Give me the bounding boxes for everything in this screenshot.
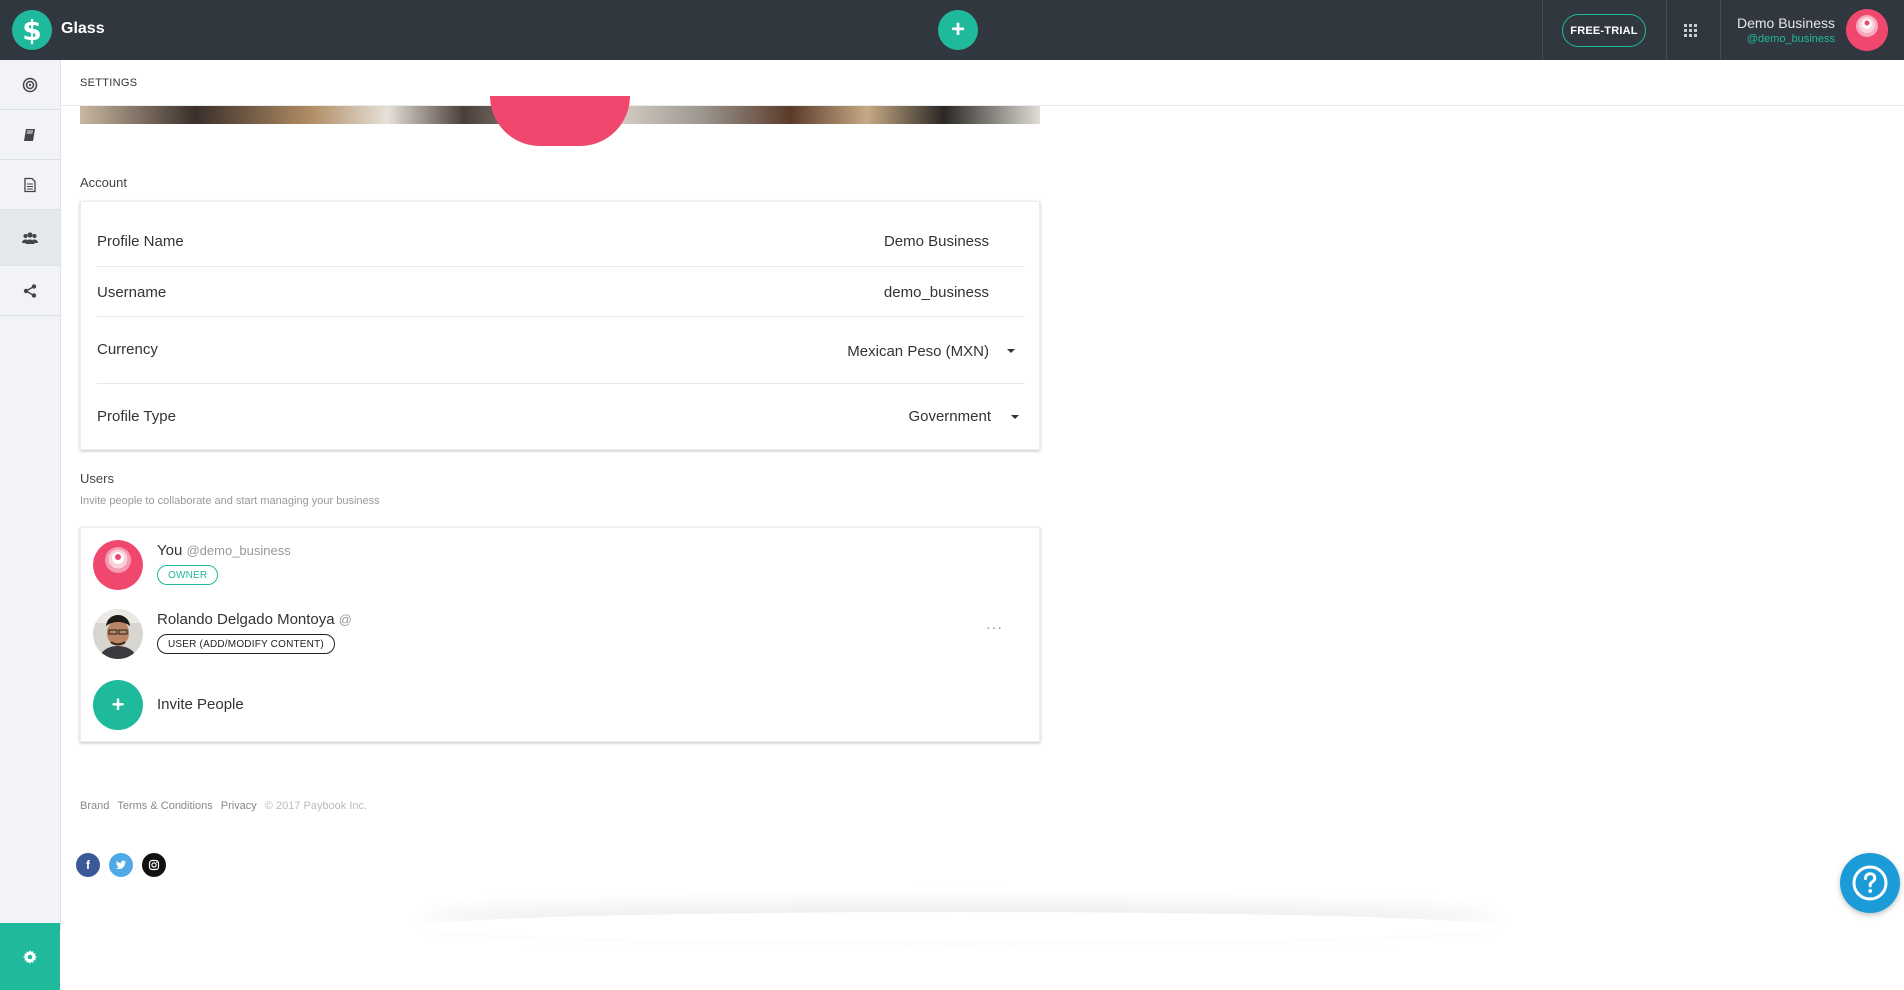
page-title: SETTINGS [80, 77, 138, 89]
facebook-glyph: f [86, 858, 90, 872]
divider [1666, 0, 1667, 60]
chevron-down-icon[interactable] [1011, 415, 1019, 419]
user-name: You @demo_business [157, 542, 291, 559]
apps-grid-icon[interactable] [1683, 22, 1699, 38]
chevron-down-icon[interactable] [1007, 349, 1015, 353]
footer-link-brand[interactable]: Brand [80, 800, 109, 812]
profile-type-row[interactable]: Profile Type Government [97, 384, 1025, 451]
account-section-title: Account [80, 175, 127, 190]
app-logo[interactable]: $ [12, 10, 52, 50]
user-handle: @demo_business [186, 543, 291, 558]
profile-avatar[interactable] [490, 96, 630, 146]
target-icon [22, 77, 38, 92]
row-label: Username [97, 284, 167, 301]
question-icon [1852, 865, 1888, 901]
username-value[interactable]: demo_business [884, 284, 989, 301]
plus-icon: + [111, 692, 125, 717]
role-badge: OWNER [157, 565, 219, 585]
user-row-member[interactable]: Rolando Delgado Montoya @ USER (ADD/MODI… [93, 609, 1033, 661]
help-button[interactable] [1840, 853, 1900, 913]
dollar-icon: $ [22, 13, 42, 47]
copyright: © 2017 Paybook Inc. [264, 800, 368, 812]
sidebar-item-users[interactable] [0, 210, 60, 266]
divider [1542, 0, 1543, 60]
profile-name-row[interactable]: Profile Name Demo Business [97, 202, 1025, 267]
add-user-button[interactable]: + [93, 680, 143, 730]
add-button[interactable]: + [938, 10, 978, 50]
users-card: You @demo_business OWNER Rolando Delgado… [80, 527, 1040, 742]
sidebar-item-share[interactable] [0, 266, 60, 316]
avatar [93, 540, 143, 590]
row-label: Currency [97, 341, 158, 358]
plus-icon: + [950, 16, 965, 43]
invite-people-row[interactable]: + Invite People [93, 680, 1033, 732]
free-trial-button[interactable]: FREE-TRIAL [1562, 14, 1646, 47]
more-options-icon[interactable]: ··· [986, 619, 1003, 635]
document-icon [24, 177, 36, 192]
user-row-owner[interactable]: You @demo_business OWNER [93, 540, 1033, 592]
sidebar-item-settings[interactable] [0, 923, 60, 990]
row-label: Profile Type [97, 408, 176, 425]
role-badge: USER (ADD/MODIFY CONTENT) [157, 634, 335, 654]
top-bar: $ Glass + FREE-TRIAL Demo Business @demo… [0, 0, 1904, 60]
avatar-logo-icon [1846, 9, 1888, 51]
divider [1720, 0, 1721, 60]
avatar [93, 609, 143, 659]
sidebar-item-target[interactable] [0, 60, 60, 110]
username-row[interactable]: Username demo_business [97, 267, 1025, 317]
twitter-bird-icon [115, 860, 127, 870]
users-icon [22, 231, 38, 244]
sidebar-item-document[interactable] [0, 160, 60, 210]
user-avatar[interactable] [1846, 9, 1888, 51]
profile-name-value[interactable]: Demo Business [884, 233, 989, 250]
app-title: Glass [61, 20, 105, 37]
users-section-subtitle: Invite people to collaborate and start m… [80, 495, 380, 507]
instagram-camera-icon [148, 859, 160, 871]
instagram-icon[interactable] [142, 853, 166, 877]
currency-row[interactable]: Currency Mexican Peso (MXN) [97, 317, 1025, 384]
users-section-title: Users [80, 471, 114, 486]
footer-links: Brand Terms & Conditions Privacy © 2017 … [80, 800, 367, 812]
book-icon [24, 128, 35, 141]
user-handle: @demo_business [1746, 33, 1835, 45]
invite-people-label[interactable]: Invite People [157, 696, 244, 713]
user-handle: @ [338, 612, 352, 627]
share-icon [23, 283, 37, 298]
facebook-icon[interactable]: f [76, 853, 100, 877]
row-label: Profile Name [97, 233, 184, 250]
footer-link-terms[interactable]: Terms & Conditions [117, 800, 212, 812]
gear-icon [23, 949, 37, 964]
sidebar-item-book[interactable] [0, 110, 60, 160]
profile-type-select[interactable]: Government [908, 408, 991, 425]
user-name: Demo Business [1736, 15, 1835, 31]
twitter-icon[interactable] [109, 853, 133, 877]
bottom-shadow [420, 912, 1500, 942]
page-header: SETTINGS [61, 60, 1904, 106]
footer-link-privacy[interactable]: Privacy [221, 800, 257, 812]
sidebar [0, 60, 61, 990]
account-card: Profile Name Demo Business Username demo… [80, 201, 1040, 450]
user-name: Rolando Delgado Montoya @ [157, 611, 352, 628]
currency-select[interactable]: Mexican Peso (MXN) [847, 343, 989, 360]
